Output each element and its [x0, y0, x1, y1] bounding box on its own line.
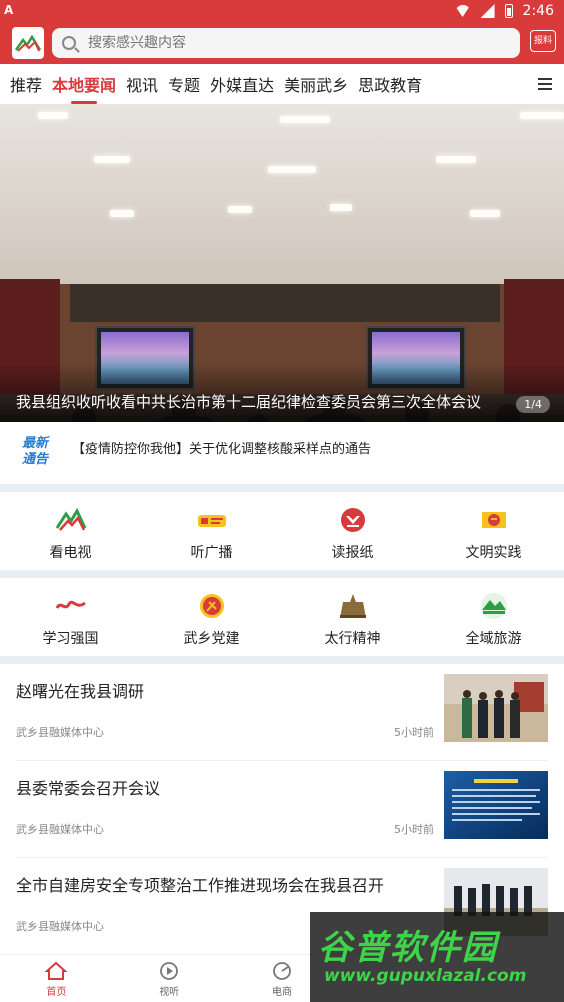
tv-mountain-icon: [54, 506, 88, 534]
notice-text[interactable]: 【疫情防控你我他】关于优化调整核酸采样点的通告: [72, 438, 371, 457]
section-divider: [0, 484, 564, 492]
home-icon: [44, 961, 69, 981]
watermark-title: 谷普软件园: [318, 928, 498, 968]
shortcut-listen-radio[interactable]: 听广播: [141, 492, 282, 570]
news-thumbnail[interactable]: [444, 771, 548, 839]
nav-home[interactable]: 首页: [0, 955, 113, 1002]
shortcut-grid-row-1: 看电视 听广播 读报纸 文明实践: [0, 492, 564, 570]
battery-icon: [504, 4, 513, 18]
tab-local-news[interactable]: 本地要闻: [52, 72, 116, 96]
news-title[interactable]: 赵曙光在我县调研: [16, 678, 426, 702]
tab-topics[interactable]: 专题: [168, 72, 200, 96]
nav-audio-video[interactable]: 视听: [113, 955, 226, 1002]
shortcut-taihang-spirit[interactable]: 太行精神: [282, 578, 423, 656]
shortcut-tourism[interactable]: 全域旅游: [423, 578, 564, 656]
news-title[interactable]: 全市自建房安全专项整治工作推进现场会在我县召开: [16, 872, 426, 896]
search-icon: [62, 36, 76, 50]
news-list: 赵曙光在我县调研 武乡县融媒体中心 5小时前 县委常委会召开会议 武乡县融媒体中…: [0, 664, 564, 954]
tab-foreign-media[interactable]: 外媒直达: [210, 72, 274, 96]
xuexi-qiangguo-icon: [54, 592, 88, 620]
civilization-practice-icon: [477, 506, 511, 534]
shortcut-civilization-practice[interactable]: 文明实践: [423, 492, 564, 570]
search-input[interactable]: [88, 35, 488, 51]
notification-icon: A: [4, 3, 14, 17]
status-bar: A 2:46: [0, 0, 564, 24]
taihang-monument-icon: [336, 592, 370, 620]
wifi-icon: [454, 5, 471, 17]
play-icon: [158, 961, 180, 981]
banner-carousel[interactable]: 我县组织收听收看中共长治市第十二届纪律检查委员会第三次全体会议 1/4: [0, 104, 564, 422]
list-item[interactable]: 县委常委会召开会议 武乡县融媒体中心 5小时前: [0, 761, 564, 858]
tab-ideology-education[interactable]: 思政教育: [358, 72, 422, 96]
news-source: 武乡县融媒体中心: [16, 823, 104, 836]
shop-icon: [271, 961, 293, 981]
report-news-button[interactable]: 报料: [530, 30, 556, 52]
banner-caption[interactable]: 我县组织收听收看中共长治市第十二届纪律检查委员会第三次全体会议: [16, 391, 506, 412]
clock: 2:46: [522, 3, 554, 19]
radio-icon: [195, 506, 229, 534]
news-thumbnail[interactable]: [444, 674, 548, 742]
section-divider: [0, 656, 564, 664]
watermark-url: www.gupuxlazal.com: [324, 966, 527, 986]
section-divider: [0, 570, 564, 578]
news-title[interactable]: 县委常委会召开会议: [16, 775, 426, 799]
news-source: 武乡县融媒体中心: [16, 726, 104, 739]
banner-photo: [0, 104, 564, 284]
party-building-icon: [195, 592, 229, 620]
shortcut-grid-row-2: 学习强国 武乡党建 太行精神 全域旅游: [0, 578, 564, 656]
banner-page-indicator: 1/4: [516, 396, 550, 413]
tourism-icon: [477, 592, 511, 620]
news-time: 5小时前: [394, 726, 434, 739]
shortcut-read-newspaper[interactable]: 读报纸: [282, 492, 423, 570]
shortcut-watch-tv[interactable]: 看电视: [0, 492, 141, 570]
shortcut-party-building[interactable]: 武乡党建: [141, 578, 282, 656]
search-bar[interactable]: [52, 28, 520, 58]
watermark: 谷普软件园 www.gupuxlazal.com: [310, 912, 564, 1002]
latest-notice-bar[interactable]: 最新 通告 【疫情防控你我他】关于优化调整核酸采样点的通告: [0, 422, 564, 484]
news-source: 武乡县融媒体中心: [16, 920, 104, 933]
menu-icon[interactable]: [538, 78, 552, 90]
mountain-logo-icon: [15, 34, 41, 52]
list-item[interactable]: 赵曙光在我县调研 武乡县融媒体中心 5小时前: [0, 664, 564, 761]
cell-signal-icon: [480, 4, 495, 18]
newspaper-icon: [336, 506, 370, 534]
latest-notice-badge: 最新 通告: [22, 436, 49, 467]
app-header: 报料: [0, 24, 564, 64]
tab-recommend[interactable]: 推荐: [10, 72, 42, 96]
app-logo[interactable]: [12, 27, 44, 59]
shortcut-xuexi-qiangguo[interactable]: 学习强国: [0, 578, 141, 656]
tab-beautiful-wuxiang[interactable]: 美丽武乡: [284, 72, 348, 96]
tab-video-news[interactable]: 视讯: [126, 72, 158, 96]
category-tabs: 推荐 本地要闻 视讯 专题 外媒直达 美丽武乡 思政教育: [0, 64, 564, 104]
news-time: 5小时前: [394, 823, 434, 836]
